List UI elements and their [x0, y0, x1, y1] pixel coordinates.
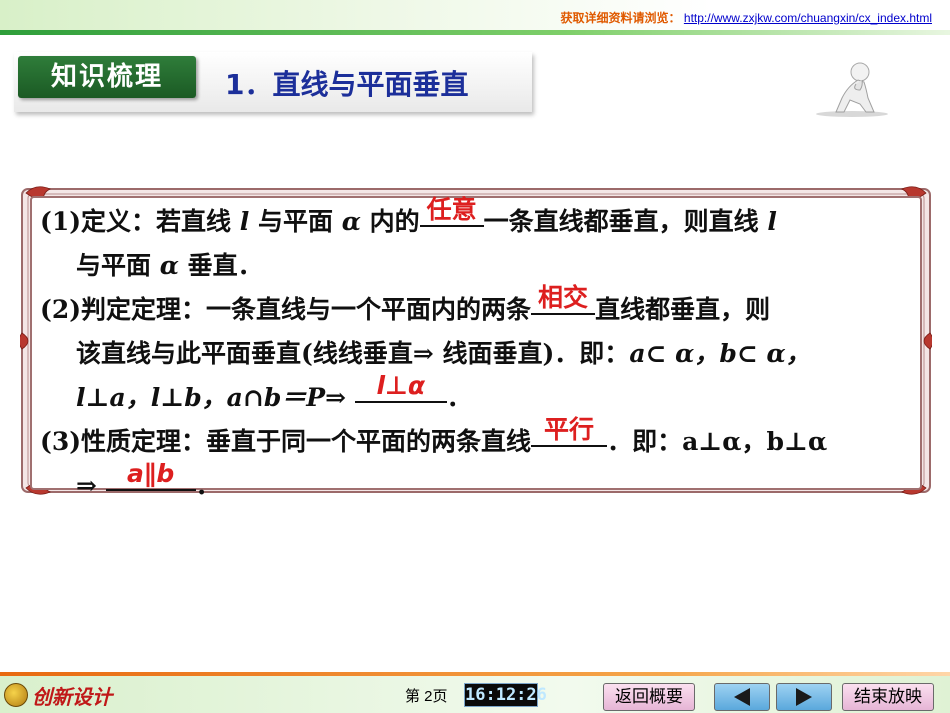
item-1-line-1: (1)定义：若直线 l 与平面 α 内的 任意 一条直线都垂直，则直线 l: [40, 195, 910, 244]
logo-text: 创新设计: [32, 684, 112, 709]
section-title: 1．直线与平面垂直: [225, 68, 469, 101]
content-text: (1)定义：若直线 l 与平面 α 内的 任意 一条直线都垂直，则直线 l 与平面 …: [40, 195, 910, 508]
item-2-line-1: (2)判定定理：一条直线与一个平面内的两条 相交 直线都垂直，则: [40, 283, 910, 332]
text-run: ．即：a⊥α，b⊥α: [607, 427, 828, 456]
page-number: 第 2页: [405, 688, 448, 705]
next-slide-button[interactable]: [776, 683, 832, 711]
item-3-line-1: (3)性质定理：垂直于同一个平面的两条直线 平行 ．即：a⊥α，b⊥α: [40, 415, 910, 464]
back-to-summary-button[interactable]: 返回概要: [603, 683, 695, 711]
left-arrow-icon: [734, 688, 750, 706]
text-run: 与平面: [249, 207, 342, 236]
top-link-label: 获取详细资料请浏览：: [560, 11, 681, 25]
answer-blank: 平行: [531, 415, 608, 447]
previous-slide-button[interactable]: [714, 683, 770, 711]
text-run: 内的: [360, 207, 420, 236]
text-run: 与平面: [76, 251, 160, 280]
section-badge: 知识梳理: [18, 56, 196, 98]
brand-logo: 创新设计: [4, 681, 112, 709]
top-link-url[interactable]: http://www.zxjkw.com/chuangxin/cx_index.…: [684, 11, 932, 25]
top-stripe: [0, 30, 950, 35]
text-run: ⇒: [76, 471, 106, 500]
text-run: ．: [195, 471, 221, 500]
answer-blank: l⊥α: [354, 371, 447, 403]
text-run: (3)性质定理：垂直于同一个平面的两条直线: [40, 427, 532, 456]
end-show-button[interactable]: 结束放映: [842, 683, 934, 711]
clock-display: 16:12:26: [464, 683, 547, 707]
text-run: 一条直线都垂直，则直线: [483, 207, 768, 236]
text-run: (1)定义：若直线: [40, 207, 240, 236]
math-symbol: l: [767, 207, 777, 236]
answer-blank: 任意: [419, 195, 484, 227]
item-2-line-2: 该直线与此平面垂直(线线垂直⇒ 线面垂直)．即：a⊂ α，b⊂ α，: [40, 332, 910, 376]
text-run: 垂直．: [178, 251, 263, 280]
text-run: ．: [446, 383, 472, 412]
text-run: (2)判定定理：一条直线与一个平面内的两条: [40, 295, 532, 324]
top-link[interactable]: 获取详细资料请浏览： http://www.zxjkw.com/chuangxi…: [561, 9, 932, 26]
text-run: 直线都垂直，则: [595, 295, 771, 324]
item-1-line-2: 与平面 α 垂直．: [40, 244, 910, 288]
text-run: 该直线与此平面垂直(线线垂直⇒ 线面垂直)．即：: [76, 339, 630, 368]
answer-blank: a∥b: [105, 459, 196, 491]
item-3-line-2: ⇒ a∥b ．: [40, 459, 910, 508]
right-arrow-icon: [796, 688, 812, 706]
math-expression: l⊥a，l⊥b，a∩b＝P⇒: [76, 383, 355, 412]
answer-blank: 相交: [531, 283, 596, 315]
math-symbol: α: [159, 251, 179, 280]
item-2-line-3: l⊥a，l⊥b，a∩b＝P⇒ l⊥α ．: [40, 371, 910, 420]
math-symbol: l: [239, 207, 250, 236]
math-symbol: α: [341, 207, 361, 236]
logo-emblem-icon: [4, 683, 28, 707]
thinker-figure-icon: [816, 62, 888, 117]
math-expression: a⊂ α，b⊂ α，: [629, 339, 811, 368]
